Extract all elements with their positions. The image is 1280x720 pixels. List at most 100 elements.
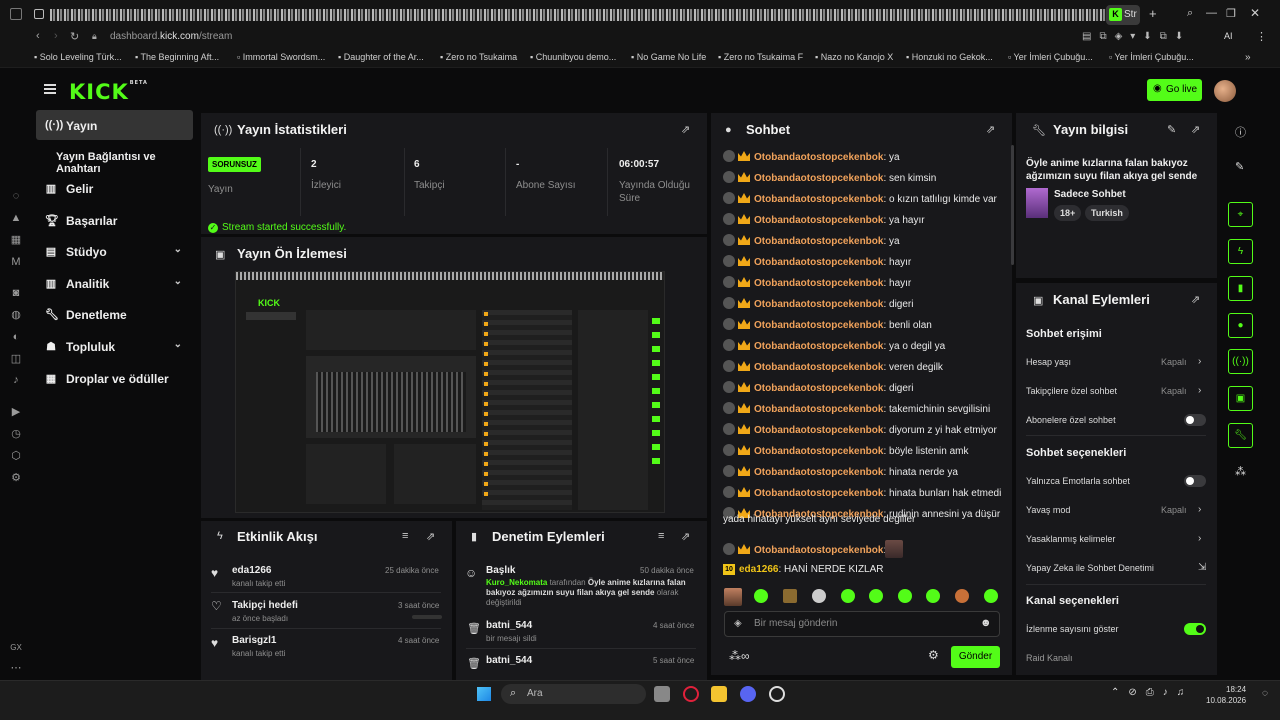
chevron-right-icon[interactable]: › xyxy=(1198,504,1201,515)
bookmark[interactable]: ▪ Zero no Tsukaima F xyxy=(718,52,803,62)
chat-username[interactable]: Otobandaotostopcekenbok xyxy=(754,152,883,163)
toolbar-broadcast-icon[interactable]: ((·)) xyxy=(1228,349,1253,374)
kick-logo[interactable]: KICKBETA xyxy=(69,80,148,104)
app-icon[interactable] xyxy=(769,686,785,702)
browser-menu-icon[interactable] xyxy=(10,8,22,20)
nav-item-drops[interactable]: ▦ Droplar ve ödüller xyxy=(36,363,193,393)
popout-icon[interactable]: ⇗ xyxy=(1191,123,1200,136)
reload-icon[interactable]: ↻ xyxy=(70,30,79,43)
sidebar-icon-2[interactable]: ▲ xyxy=(10,212,22,224)
send-button[interactable]: Gönder xyxy=(951,646,1000,668)
mod-actor[interactable]: Kuro_Nekomata xyxy=(486,578,547,587)
show-viewers-toggle[interactable] xyxy=(1184,623,1206,635)
pencil-icon[interactable]: ✎ xyxy=(1235,160,1244,173)
chat-username[interactable]: Otobandaotostopcekenbok xyxy=(754,404,883,415)
sidebar-icon-4[interactable]: M xyxy=(10,256,22,268)
kick-points-icon[interactable]: ⁂∞ xyxy=(729,649,750,663)
bookmark[interactable]: ▪ Chuunibyou demo... xyxy=(530,52,616,62)
nav-item-community[interactable]: ☗ Topluluk ⌄ xyxy=(36,331,193,361)
bookmark[interactable]: ▪ Zero no Tsukaima xyxy=(440,52,517,62)
bookmark[interactable]: ▫ Immortal Swordsm... xyxy=(237,52,325,62)
category-name[interactable]: Sadece Sohbet xyxy=(1054,189,1126,200)
url-field[interactable]: dashboard.kick.com/stream xyxy=(110,31,232,42)
emote-icon[interactable] xyxy=(812,589,826,603)
feed-user[interactable]: eda1266 xyxy=(232,565,271,576)
avatar[interactable] xyxy=(1214,80,1236,102)
hamburger-menu-icon[interactable] xyxy=(44,84,56,94)
chevron-right-icon[interactable]: › xyxy=(1198,356,1201,367)
emoji-icon[interactable]: ☻ xyxy=(980,617,992,629)
history-icon[interactable]: ◷ xyxy=(10,428,22,440)
setting-label[interactable]: Yasaklanmış kelimeler xyxy=(1026,534,1115,544)
filter-icon[interactable]: ≡ xyxy=(658,530,664,542)
chat-username[interactable]: Otobandaotostopcekenbok xyxy=(754,446,883,457)
chat-username[interactable]: eda1266 xyxy=(739,564,778,575)
emote-icon[interactable] xyxy=(841,589,855,603)
close-window-icon[interactable]: ✕ xyxy=(1250,6,1260,20)
shield-icon[interactable]: ◈ xyxy=(734,618,742,629)
chat-username[interactable]: Otobandaotostopcekenbok xyxy=(754,257,883,268)
chat-scrollbar[interactable] xyxy=(1011,145,1014,265)
taskbar-search[interactable]: ⌕ Ara xyxy=(501,684,646,704)
emote-icon[interactable] xyxy=(926,589,940,603)
forward-icon[interactable]: › xyxy=(54,30,58,42)
chat-settings-icon[interactable]: ⚙ xyxy=(928,648,939,662)
chat-username[interactable]: Otobandaotostopcekenbok xyxy=(754,362,883,373)
points-icon[interactable]: ⁂ xyxy=(1235,465,1246,478)
new-tab-icon[interactable]: + xyxy=(1149,6,1157,21)
chat-username[interactable]: Otobandaotostopcekenbok xyxy=(754,383,883,394)
toolbar-mod-icon[interactable]: ▮ xyxy=(1228,276,1253,301)
chat-username[interactable]: Otobandaotostopcekenbok xyxy=(754,320,883,331)
setting-label[interactable]: Yavaş mod xyxy=(1026,505,1070,515)
more-icon[interactable]: ⋯ xyxy=(10,662,22,674)
setting-label[interactable]: Yapay Zeka ile Sohbet Denetimi xyxy=(1026,563,1154,573)
nav-item-revenue[interactable]: ▥ Gelir xyxy=(36,173,193,203)
file-explorer-icon[interactable] xyxy=(711,686,727,702)
chat-username[interactable]: Otobandaotostopcekenbok xyxy=(754,236,883,247)
edit-pencil-icon[interactable]: ✎ xyxy=(1167,123,1176,136)
tiktok-icon[interactable]: ♪ xyxy=(10,374,22,386)
browser-toolbar-icons[interactable]: ▤⧉◈▾⬇⧉⬇ xyxy=(1082,31,1191,42)
chat-username[interactable]: Otobandaotostopcekenbok xyxy=(754,173,883,184)
nav-item-stream[interactable]: ((·)) Yayın xyxy=(36,110,193,140)
chat-username[interactable]: Otobandaotostopcekenbok xyxy=(754,299,883,310)
emote-icon[interactable] xyxy=(754,589,768,603)
active-tab[interactable]: K Str xyxy=(1106,5,1140,25)
sidebar-icon-1[interactable]: ◌ xyxy=(10,190,22,202)
chevron-right-icon[interactable]: › xyxy=(1198,533,1201,544)
tabs-strip[interactable] xyxy=(50,9,1110,21)
tray-icons[interactable]: ⌃⊘⎙♪♫ xyxy=(1111,687,1193,698)
toolbar-activity-icon[interactable]: ϟ xyxy=(1228,239,1253,264)
mod-user[interactable]: batni_544 xyxy=(486,620,532,631)
task-view-icon[interactable] xyxy=(654,686,670,702)
ai-button[interactable]: AI xyxy=(1224,31,1233,41)
clock[interactable]: 18:24 10.08.2026 xyxy=(1206,684,1246,706)
tab-list-icon[interactable] xyxy=(34,9,44,19)
instagram-icon[interactable]: ◫ xyxy=(10,353,22,365)
filter-icon[interactable]: ≡ xyxy=(402,530,408,542)
emotes-only-toggle[interactable] xyxy=(1184,475,1206,487)
extensions-icon[interactable]: ⬡ xyxy=(10,450,22,462)
bookmark[interactable]: ▪ Solo Leveling Türk... xyxy=(34,52,122,62)
emote-icon[interactable] xyxy=(898,589,912,603)
search-tabs-icon[interactable]: ⌕ xyxy=(1187,7,1193,20)
external-link-icon[interactable]: ⇲ xyxy=(1198,562,1206,573)
bookmark[interactable]: ▪ Daughter of the Ar... xyxy=(338,52,424,62)
go-live-button[interactable]: ◉ Go live xyxy=(1147,79,1202,101)
player-icon[interactable]: ▶ xyxy=(10,406,22,418)
nav-item-stream-key[interactable]: Yayın Bağlantısı ve Anahtarı xyxy=(36,142,201,175)
toolbar-stats-icon[interactable]: ⌖ xyxy=(1228,202,1253,227)
twitch-icon[interactable]: ◙ xyxy=(10,287,22,299)
bookmark[interactable]: ▫ Yer İmleri Çubuğu... xyxy=(1109,52,1194,62)
nav-item-moderation[interactable]: 🔧︎ Denetleme xyxy=(36,299,193,329)
opera-gx-icon[interactable] xyxy=(683,686,699,702)
discord-icon[interactable]: ◐ xyxy=(10,331,22,343)
bookmarks-overflow-icon[interactable]: » xyxy=(1245,52,1251,63)
info-icon[interactable]: ⓘ xyxy=(1235,124,1246,140)
minimize-icon[interactable]: — xyxy=(1206,7,1217,19)
browser-menu-dots-icon[interactable]: ⋮ xyxy=(1256,30,1267,43)
popout-icon[interactable]: ⇗ xyxy=(681,123,690,136)
nav-item-analytics[interactable]: ▥ Analitik ⌄ xyxy=(36,268,193,298)
chat-username[interactable]: Otobandaotostopcekenbok xyxy=(754,215,883,226)
nav-item-achievements[interactable]: 🏆︎ Başarılar xyxy=(36,205,193,235)
